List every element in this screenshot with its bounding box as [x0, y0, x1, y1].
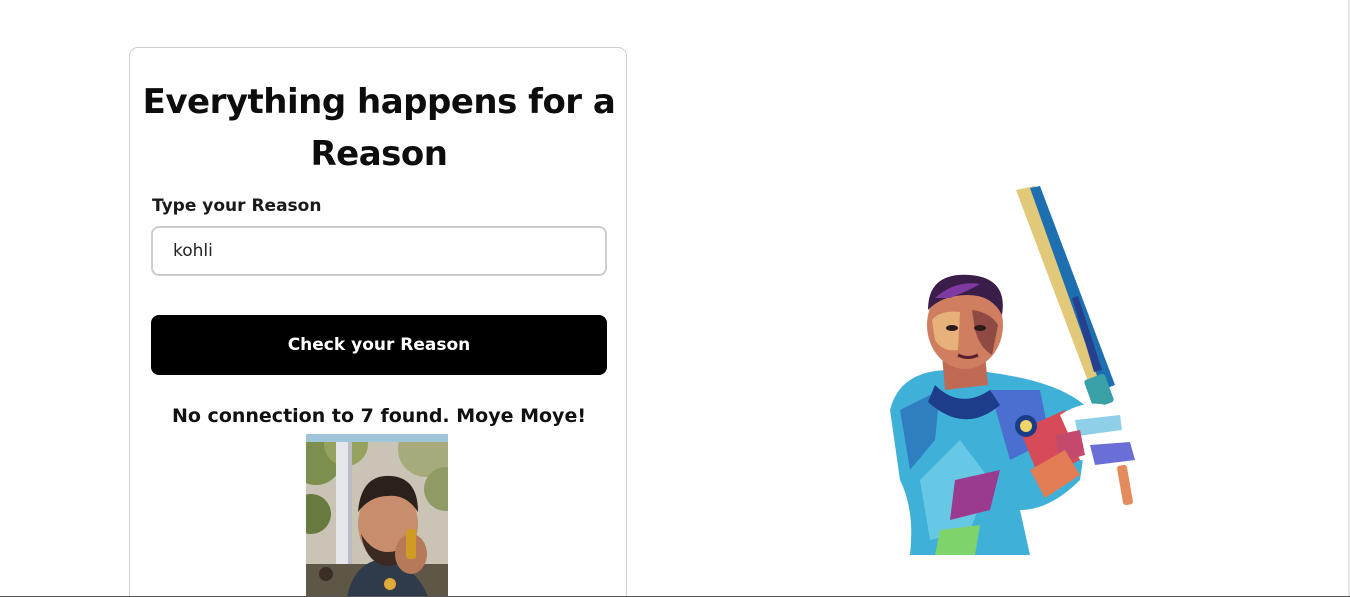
reason-card: Everything happens for a Reason Type you… [129, 47, 627, 597]
reason-input[interactable] [151, 226, 607, 276]
page: Everything happens for a Reason Type you… [0, 0, 1350, 597]
page-title: Everything happens for a Reason [142, 82, 616, 174]
result-message: No connection to 7 found. Moye Moye! [171, 405, 586, 427]
result-photo [306, 434, 448, 597]
reason-input-label: Type your Reason [152, 196, 322, 216]
cricketer-illustration [880, 180, 1170, 565]
check-reason-button[interactable]: Check your Reason [151, 315, 607, 375]
